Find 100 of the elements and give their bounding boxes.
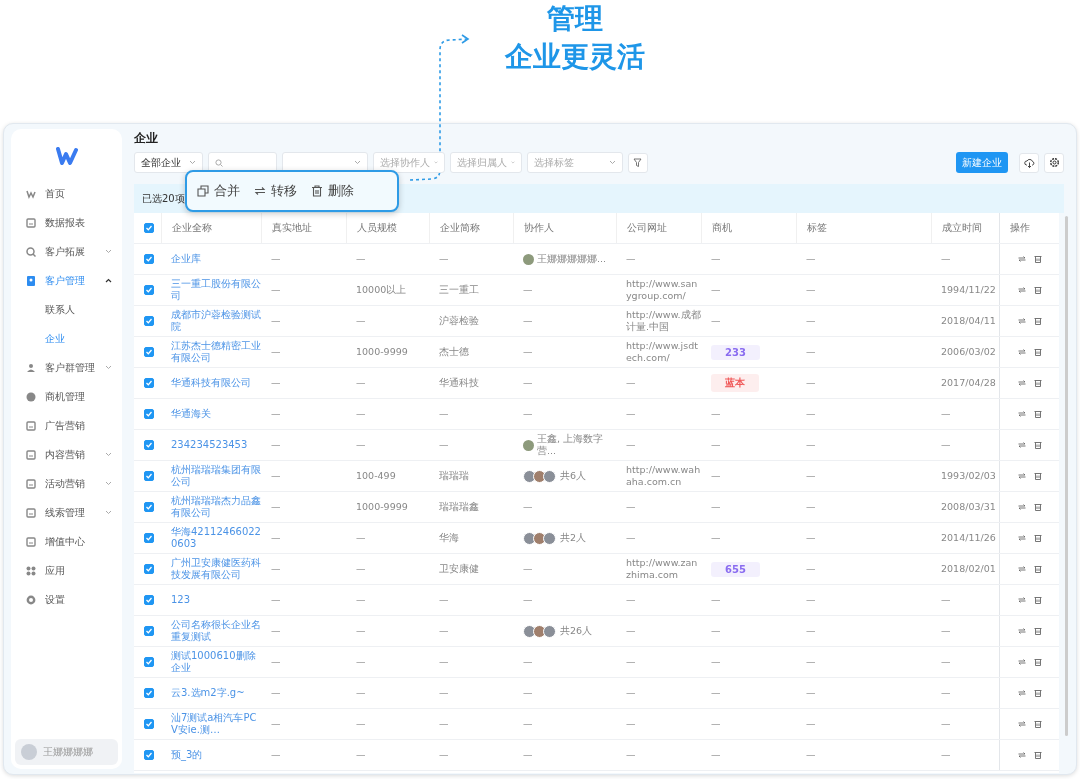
sidebar-subitem[interactable]: 联系人 xyxy=(11,295,122,324)
transfer-button[interactable] xyxy=(1017,627,1026,635)
sidebar-item[interactable]: 商机管理 xyxy=(11,382,122,411)
sidebar-item[interactable]: 线索管理 xyxy=(11,498,122,527)
delete-button[interactable] xyxy=(1033,441,1042,449)
company-link[interactable]: 234234523453 xyxy=(171,439,248,451)
sidebar-item[interactable]: 数据报表 xyxy=(11,208,122,237)
delete-button[interactable] xyxy=(1033,751,1042,759)
row-checkbox[interactable] xyxy=(144,440,154,450)
company-link[interactable]: 华通科技有限公司 xyxy=(171,377,251,389)
company-link[interactable]: 杭州瑞瑞瑞杰力品鑫有限公司 xyxy=(171,495,261,519)
sidebar-item[interactable]: 应用 xyxy=(11,556,122,585)
delete-button[interactable] xyxy=(1033,596,1042,604)
sidebar-item[interactable]: 客户管理 xyxy=(11,266,122,295)
sidebar-item[interactable]: 设置 xyxy=(11,585,122,614)
delete-button[interactable] xyxy=(1033,472,1042,480)
scrollbar[interactable] xyxy=(1065,216,1068,736)
transfer-button[interactable] xyxy=(1017,472,1026,480)
sidebar-item[interactable]: 活动营销 xyxy=(11,469,122,498)
company-link[interactable]: 杭州瑞瑞瑞集团有限公司 xyxy=(171,464,261,488)
transfer-button[interactable] xyxy=(1017,720,1026,728)
sidebar-item[interactable]: 首页 xyxy=(11,179,122,208)
company-link[interactable]: 广州卫安康健医药科技发展有限公司 xyxy=(171,557,261,581)
row-checkbox[interactable] xyxy=(144,378,154,388)
company-link[interactable]: 华海421124660220603 xyxy=(171,526,261,550)
user-card[interactable]: 王娜娜娜娜 xyxy=(15,739,118,765)
delete-button[interactable] xyxy=(1033,627,1042,635)
row-checkbox[interactable] xyxy=(144,719,154,729)
table-cell: — xyxy=(523,346,533,358)
filter-button[interactable] xyxy=(628,152,648,173)
bulk-action-button[interactable]: 删除 xyxy=(311,182,354,200)
bulk-action-button[interactable]: 转移 xyxy=(254,182,297,200)
row-checkbox[interactable] xyxy=(144,409,154,419)
row-checkbox[interactable] xyxy=(144,254,154,264)
select-all-checkbox[interactable] xyxy=(144,223,154,233)
company-link[interactable]: 华通海关 xyxy=(171,408,211,420)
delete-button[interactable] xyxy=(1033,286,1042,294)
company-link[interactable]: 测试1000610删除企业 xyxy=(171,650,261,674)
cloud-button[interactable] xyxy=(1019,152,1039,173)
filter-dropdown[interactable]: 全部企业 xyxy=(134,152,203,173)
row-checkbox[interactable] xyxy=(144,750,154,760)
transfer-button[interactable] xyxy=(1017,286,1026,294)
transfer-button[interactable] xyxy=(1017,596,1026,604)
company-link[interactable]: 预_3的 xyxy=(171,749,203,761)
filter-dropdown[interactable]: 选择标签 xyxy=(527,152,623,173)
sidebar-item[interactable]: 广告营销 xyxy=(11,411,122,440)
company-link[interactable]: 123 xyxy=(171,594,191,606)
transfer-button[interactable] xyxy=(1017,348,1026,356)
company-link[interactable]: 江苏杰士德精密工业有限公司 xyxy=(171,340,261,364)
sidebar-item[interactable]: 客户拓展 xyxy=(11,237,122,266)
settings-button[interactable] xyxy=(1044,152,1064,173)
sidebar-item[interactable]: 增值中心 xyxy=(11,527,122,556)
row-checkbox[interactable] xyxy=(144,564,154,574)
row-checkbox[interactable] xyxy=(144,502,154,512)
delete-button[interactable] xyxy=(1033,720,1042,728)
company-link[interactable]: 云3.选m2字.g~ xyxy=(171,687,245,699)
row-checkbox[interactable] xyxy=(144,316,154,326)
transfer-button[interactable] xyxy=(1017,255,1026,263)
delete-button[interactable] xyxy=(1033,689,1042,697)
sidebar-item[interactable]: 内容营销 xyxy=(11,440,122,469)
table-cell: — xyxy=(711,408,721,420)
transfer-button[interactable] xyxy=(1017,410,1026,418)
filter-dropdown[interactable]: 选择协作人 xyxy=(373,152,445,173)
row-checkbox[interactable] xyxy=(144,285,154,295)
table-cell: — xyxy=(626,501,636,513)
transfer-button[interactable] xyxy=(1017,379,1026,387)
transfer-button[interactable] xyxy=(1017,751,1026,759)
delete-button[interactable] xyxy=(1033,379,1042,387)
company-link[interactable]: 三一重工股份有限公司 xyxy=(171,278,261,302)
row-checkbox[interactable] xyxy=(144,595,154,605)
company-link[interactable]: 公司名称很长企业名重复测试 xyxy=(171,619,261,643)
bulk-action-button[interactable]: 合并 xyxy=(197,182,240,200)
delete-button[interactable] xyxy=(1033,658,1042,666)
sidebar-subitem[interactable]: 企业 xyxy=(11,324,122,353)
new-company-button[interactable]: 新建企业 xyxy=(956,152,1008,173)
delete-button[interactable] xyxy=(1033,317,1042,325)
delete-button[interactable] xyxy=(1033,348,1042,356)
transfer-button[interactable] xyxy=(1017,441,1026,449)
row-checkbox[interactable] xyxy=(144,471,154,481)
row-checkbox[interactable] xyxy=(144,347,154,357)
transfer-button[interactable] xyxy=(1017,658,1026,666)
transfer-button[interactable] xyxy=(1017,503,1026,511)
row-checkbox[interactable] xyxy=(144,657,154,667)
delete-button[interactable] xyxy=(1033,565,1042,573)
company-link[interactable]: 成都市沪蓉检验测试院 xyxy=(171,309,261,333)
company-link[interactable]: 企业库 xyxy=(171,253,201,265)
transfer-button[interactable] xyxy=(1017,565,1026,573)
row-checkbox[interactable] xyxy=(144,533,154,543)
filter-dropdown[interactable]: 选择归属人 xyxy=(450,152,522,173)
delete-button[interactable] xyxy=(1033,410,1042,418)
transfer-button[interactable] xyxy=(1017,689,1026,697)
delete-button[interactable] xyxy=(1033,255,1042,263)
delete-button[interactable] xyxy=(1033,534,1042,542)
delete-button[interactable] xyxy=(1033,503,1042,511)
sidebar-item[interactable]: 客户群管理 xyxy=(11,353,122,382)
company-link[interactable]: 汕7测试a相汽车PCV安ie.测… xyxy=(171,712,261,736)
row-checkbox[interactable] xyxy=(144,626,154,636)
row-checkbox[interactable] xyxy=(144,688,154,698)
transfer-button[interactable] xyxy=(1017,317,1026,325)
transfer-button[interactable] xyxy=(1017,534,1026,542)
